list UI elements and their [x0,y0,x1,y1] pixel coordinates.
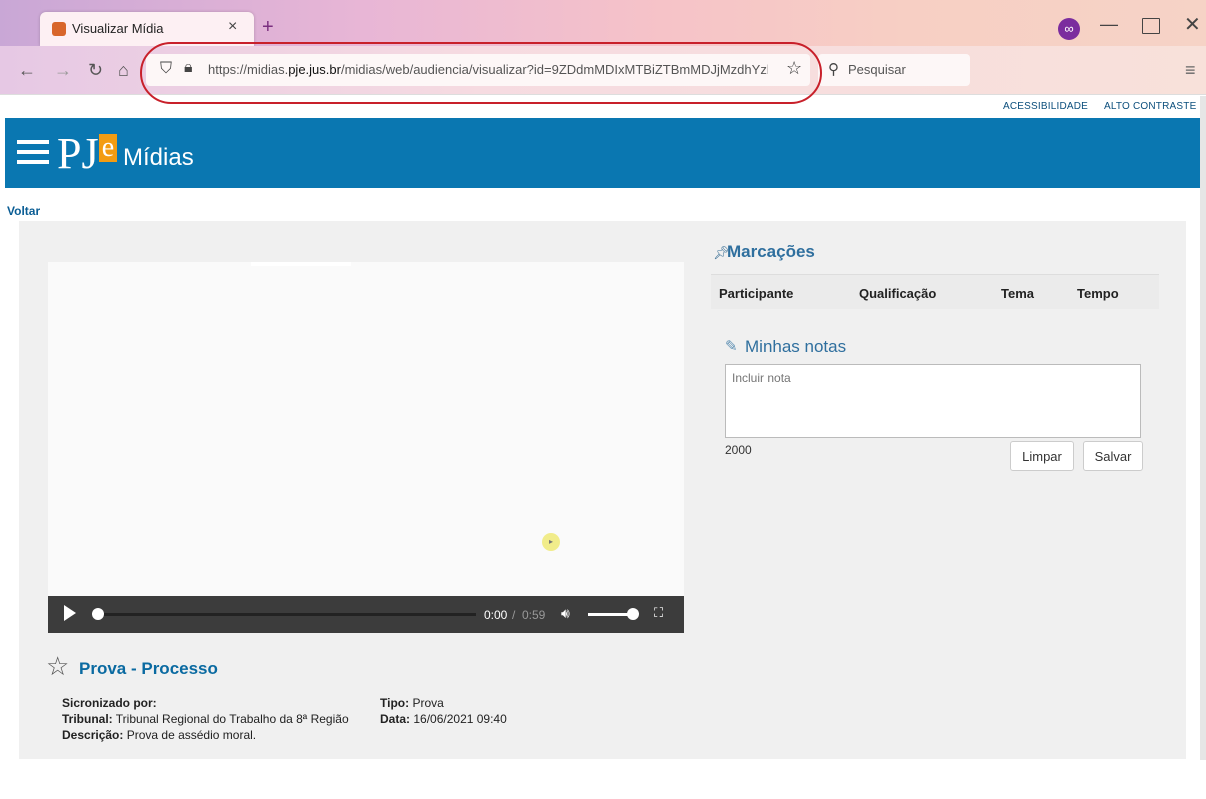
search-placeholder: Pesquisar [848,62,906,77]
notas-title: Minhas notas [745,337,847,356]
note-input[interactable] [725,364,1141,438]
accessibility-link[interactable]: ACESSIBILIDADE [1003,101,1088,112]
window-close-button[interactable]: ✕ [1184,12,1201,37]
fullscreen-icon[interactable]: ⛶ [654,605,663,621]
tab-close-button[interactable]: × [228,18,237,36]
window-maximize-button[interactable] [1142,18,1160,34]
sync-label: Sicronizado por: [62,696,157,710]
favorite-star-icon[interactable]: ☆ [46,651,69,682]
type-info: Tipo: Prova [380,696,444,710]
video-controls: 0:00 / 0:59 🔊︎ ⛶ [48,596,684,633]
col-participante: Participante [719,286,794,301]
back-link[interactable]: Voltar [7,204,40,218]
search-icon: ⚲ [828,61,839,78]
progress-bar[interactable] [96,613,476,616]
volume-icon[interactable]: 🔊︎ [561,605,570,622]
reload-icon[interactable]: ↻ [88,60,103,81]
edit-icon: ✎ [725,338,738,355]
main-panel: ▸ 0:00 / 0:59 🔊︎ ⛶ ☆ Prova - Processo Si… [19,221,1186,759]
char-counter: 2000 [725,443,752,457]
marcacoes-title: Marcações [727,242,815,261]
col-qualificacao: Qualificação [859,286,937,301]
cursor-highlight-icon: ▸ [542,533,560,551]
play-icon[interactable] [64,605,76,621]
site-favicon-icon [52,22,66,36]
hamburger-menu-icon[interactable]: ≡ [1185,60,1196,81]
logo-text: PJ [57,129,99,178]
extension-icon[interactable]: ∞ [1058,18,1080,40]
date-info: Data: 16/06/2021 09:40 [380,712,507,726]
search-bar[interactable]: ⚲ Pesquisar [818,54,970,86]
progress-thumb[interactable] [92,608,104,620]
window-minimize-button[interactable]: — [1100,14,1118,35]
logo-accent: e [99,134,117,162]
video-area[interactable]: ▸ [48,262,684,633]
browser-tab[interactable]: Visualizar Mídia × [40,12,254,46]
browser-tab-bar: Visualizar Mídia × + ∞ — ✕ [0,0,1206,46]
tribunal-info: Tribunal: Tribunal Regional do Trabalho … [62,712,349,726]
site-header: PJ e Mídias [5,118,1200,188]
col-tema: Tema [1001,286,1034,301]
marcacoes-table-header: Participante Qualificação Tema Tempo [711,274,1159,309]
back-arrow-icon[interactable]: ← [18,60,36,81]
volume-thumb[interactable] [627,608,639,620]
description-info: Descrição: Prova de assédio moral. [62,728,257,742]
high-contrast-link[interactable]: ALTO CONTRASTE [1104,101,1196,112]
forward-arrow-icon[interactable]: → [54,60,72,81]
home-icon[interactable]: ⌂ [118,60,129,81]
video-frame-strip [251,262,351,266]
save-button[interactable]: Salvar [1083,441,1143,471]
tab-title: Visualizar Mídia [72,21,164,36]
col-tempo: Tempo [1077,286,1119,301]
clear-button[interactable]: Limpar [1010,441,1074,471]
current-time: 0:00 [484,608,508,622]
new-tab-button[interactable]: + [262,16,274,39]
time-separator: / [512,608,516,622]
media-title: Prova - Processo [79,659,218,678]
duration: 0:59 [522,608,546,622]
page-title: Mídias [123,144,194,171]
url-highlight-circle [140,42,822,104]
hamburger-menu-icon[interactable] [17,140,49,166]
page-scrollbar[interactable] [1200,96,1206,760]
